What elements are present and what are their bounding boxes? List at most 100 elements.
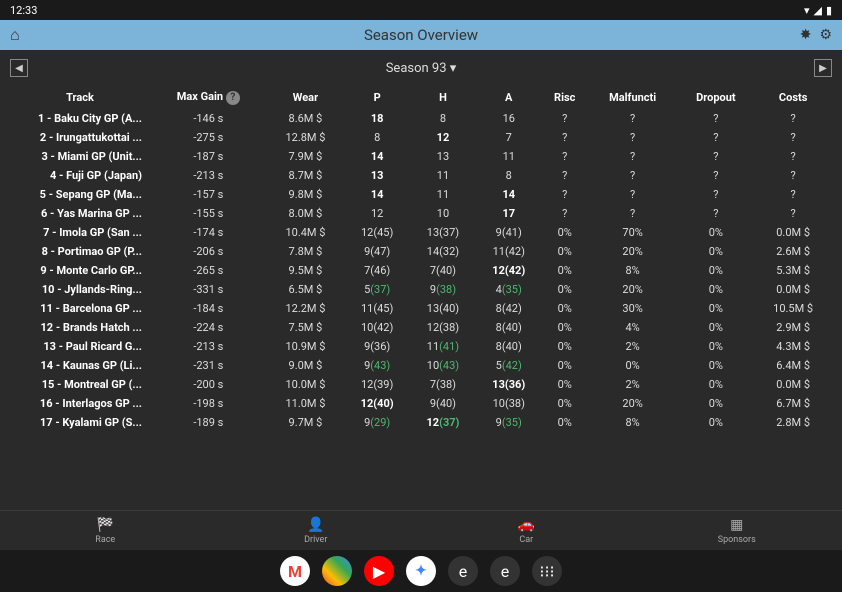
cell-risc: 0% xyxy=(542,280,588,299)
dock-gmail[interactable]: M xyxy=(280,556,310,586)
cell-track: 1 - Baku City GP (A... xyxy=(10,109,150,128)
cell-costs: 2.9M $ xyxy=(754,318,832,337)
cell-mal: 2% xyxy=(588,375,678,394)
signal-icon: ◢ xyxy=(813,4,821,17)
table-row[interactable]: 6 - Yas Marina GP ... -155 s 8.0M $ 12 1… xyxy=(10,204,832,223)
table-row[interactable]: 15 - Montreal GP (... -200 s 10.0M $ 12(… xyxy=(10,375,832,394)
table-row[interactable]: 14 - Kaunas GP (Li... -231 s 9.0M $ 9(43… xyxy=(10,356,832,375)
cell-wear: 8.0M $ xyxy=(267,204,345,223)
settings-icon[interactable]: ⚙ xyxy=(819,27,832,43)
cell-risc: ? xyxy=(542,109,588,128)
col-track: Track xyxy=(10,86,150,109)
cell-drop: ? xyxy=(677,166,754,185)
cell-track: 8 - Portimao GP (P... xyxy=(10,242,150,261)
dock-app-e1[interactable]: e xyxy=(448,556,478,586)
cell-p: 12 xyxy=(344,204,410,223)
nav-driver[interactable]: 👤 Driver xyxy=(211,511,422,550)
cell-wear: 10.0M $ xyxy=(267,375,345,394)
dock-app-e2[interactable]: e xyxy=(490,556,520,586)
app-header: ⌂ Season Overview ✸ ⚙ xyxy=(0,20,842,50)
table-row[interactable]: 7 - Imola GP (San ... -174 s 10.4M $ 12(… xyxy=(10,223,832,242)
cell-maxgain: -213 s xyxy=(150,166,267,185)
col-costs: Costs xyxy=(754,86,832,109)
cell-risc: ? xyxy=(542,128,588,147)
table-row[interactable]: 2 - Irungattukottai ... -275 s 12.8M $ 8… xyxy=(10,128,832,147)
cell-p: 14 xyxy=(344,147,410,166)
cell-p: 9(29) xyxy=(344,413,410,432)
next-season-button[interactable]: ▶ xyxy=(814,59,832,77)
cell-drop: 0% xyxy=(677,375,754,394)
cell-risc: 0% xyxy=(542,375,588,394)
table-row[interactable]: 10 - Jyllands-Ring... -331 s 6.5M $ 5(37… xyxy=(10,280,832,299)
nav-sponsors[interactable]: ▦ Sponsors xyxy=(632,511,842,550)
cell-h: 11(41) xyxy=(410,337,476,356)
table-row[interactable]: 5 - Sepang GP (Ma... -157 s 9.8M $ 14 11… xyxy=(10,185,832,204)
table-row[interactable]: 13 - Paul Ricard G... -213 s 10.9M $ 9(3… xyxy=(10,337,832,356)
cell-a: 11 xyxy=(476,147,542,166)
cell-p: 18 xyxy=(344,109,410,128)
cell-h: 9(38) xyxy=(410,280,476,299)
table-row[interactable]: 12 - Brands Hatch ... -224 s 7.5M $ 10(4… xyxy=(10,318,832,337)
cell-maxgain: -187 s xyxy=(150,147,267,166)
cell-wear: 7.5M $ xyxy=(267,318,345,337)
cell-p: 10(42) xyxy=(344,318,410,337)
cell-risc: 0% xyxy=(542,394,588,413)
table-row[interactable]: 3 - Miami GP (Unit... -187 s 7.9M $ 14 1… xyxy=(10,147,832,166)
cell-drop: 0% xyxy=(677,394,754,413)
cell-mal: 70% xyxy=(588,223,678,242)
cell-track: 17 - Kyalami GP (S... xyxy=(10,413,150,432)
cell-track: 2 - Irungattukottai ... xyxy=(10,128,150,147)
cell-risc: ? xyxy=(542,147,588,166)
dock-photos[interactable]: ✦ xyxy=(406,556,436,586)
cell-drop: ? xyxy=(677,109,754,128)
cell-costs: 10.5M $ xyxy=(754,299,832,318)
col-drop: Dropout xyxy=(677,86,754,109)
col-p: P xyxy=(344,86,410,109)
bottom-nav: 🏁 Race 👤 Driver 🚗 Car ▦ Sponsors xyxy=(0,510,842,550)
cell-drop: 0% xyxy=(677,223,754,242)
cell-mal: 8% xyxy=(588,261,678,280)
dock-youtube[interactable]: ▶ xyxy=(364,556,394,586)
cell-p: 11(45) xyxy=(344,299,410,318)
nav-car[interactable]: 🚗 Car xyxy=(421,511,632,550)
cell-mal: 20% xyxy=(588,280,678,299)
table-row[interactable]: 4 - Fuji GP (Japan) -213 s 8.7M $ 13 11 … xyxy=(10,166,832,185)
cell-costs: ? xyxy=(754,185,832,204)
cell-a: 12(42) xyxy=(476,261,542,280)
table-row[interactable]: 1 - Baku City GP (A... -146 s 8.6M $ 18 … xyxy=(10,109,832,128)
season-dropdown[interactable]: Season 93 ▾ xyxy=(386,61,457,76)
table-row[interactable]: 9 - Monte Carlo GP... -265 s 9.5M $ 7(46… xyxy=(10,261,832,280)
cell-maxgain: -189 s xyxy=(150,413,267,432)
cell-costs: 4.3M $ xyxy=(754,337,832,356)
bug-icon[interactable]: ✸ xyxy=(800,27,812,43)
nav-race[interactable]: 🏁 Race xyxy=(0,511,211,550)
cell-wear: 9.7M $ xyxy=(267,413,345,432)
cell-h: 14(32) xyxy=(410,242,476,261)
cell-wear: 9.5M $ xyxy=(267,261,345,280)
col-h: H xyxy=(410,86,476,109)
cell-maxgain: -184 s xyxy=(150,299,267,318)
dock-chrome[interactable] xyxy=(322,556,352,586)
table-row[interactable]: 8 - Portimao GP (P... -206 s 7.8M $ 9(47… xyxy=(10,242,832,261)
cell-p: 8 xyxy=(344,128,410,147)
home-icon[interactable]: ⌂ xyxy=(10,25,20,45)
cell-h: 8 xyxy=(410,109,476,128)
col-mal: Malfuncti xyxy=(588,86,678,109)
cell-track: 11 - Barcelona GP ... xyxy=(10,299,150,318)
col-maxgain: Max Gain ? xyxy=(150,86,267,109)
cell-maxgain: -198 s xyxy=(150,394,267,413)
help-icon[interactable]: ? xyxy=(226,91,240,105)
cell-track: 10 - Jyllands-Ring... xyxy=(10,280,150,299)
cell-a: 8(40) xyxy=(476,318,542,337)
cell-a: 4(35) xyxy=(476,280,542,299)
cell-costs: ? xyxy=(754,109,832,128)
prev-season-button[interactable]: ◀ xyxy=(10,59,28,77)
cell-p: 9(47) xyxy=(344,242,410,261)
table-row[interactable]: 17 - Kyalami GP (S... -189 s 9.7M $ 9(29… xyxy=(10,413,832,432)
dock-all-apps[interactable]: ⁝⁝⁝ xyxy=(532,556,562,586)
cell-drop: 0% xyxy=(677,318,754,337)
table-row[interactable]: 16 - Interlagos GP ... -198 s 11.0M $ 12… xyxy=(10,394,832,413)
cell-a: 8(42) xyxy=(476,299,542,318)
cell-a: 8(40) xyxy=(476,337,542,356)
table-row[interactable]: 11 - Barcelona GP ... -184 s 12.2M $ 11(… xyxy=(10,299,832,318)
